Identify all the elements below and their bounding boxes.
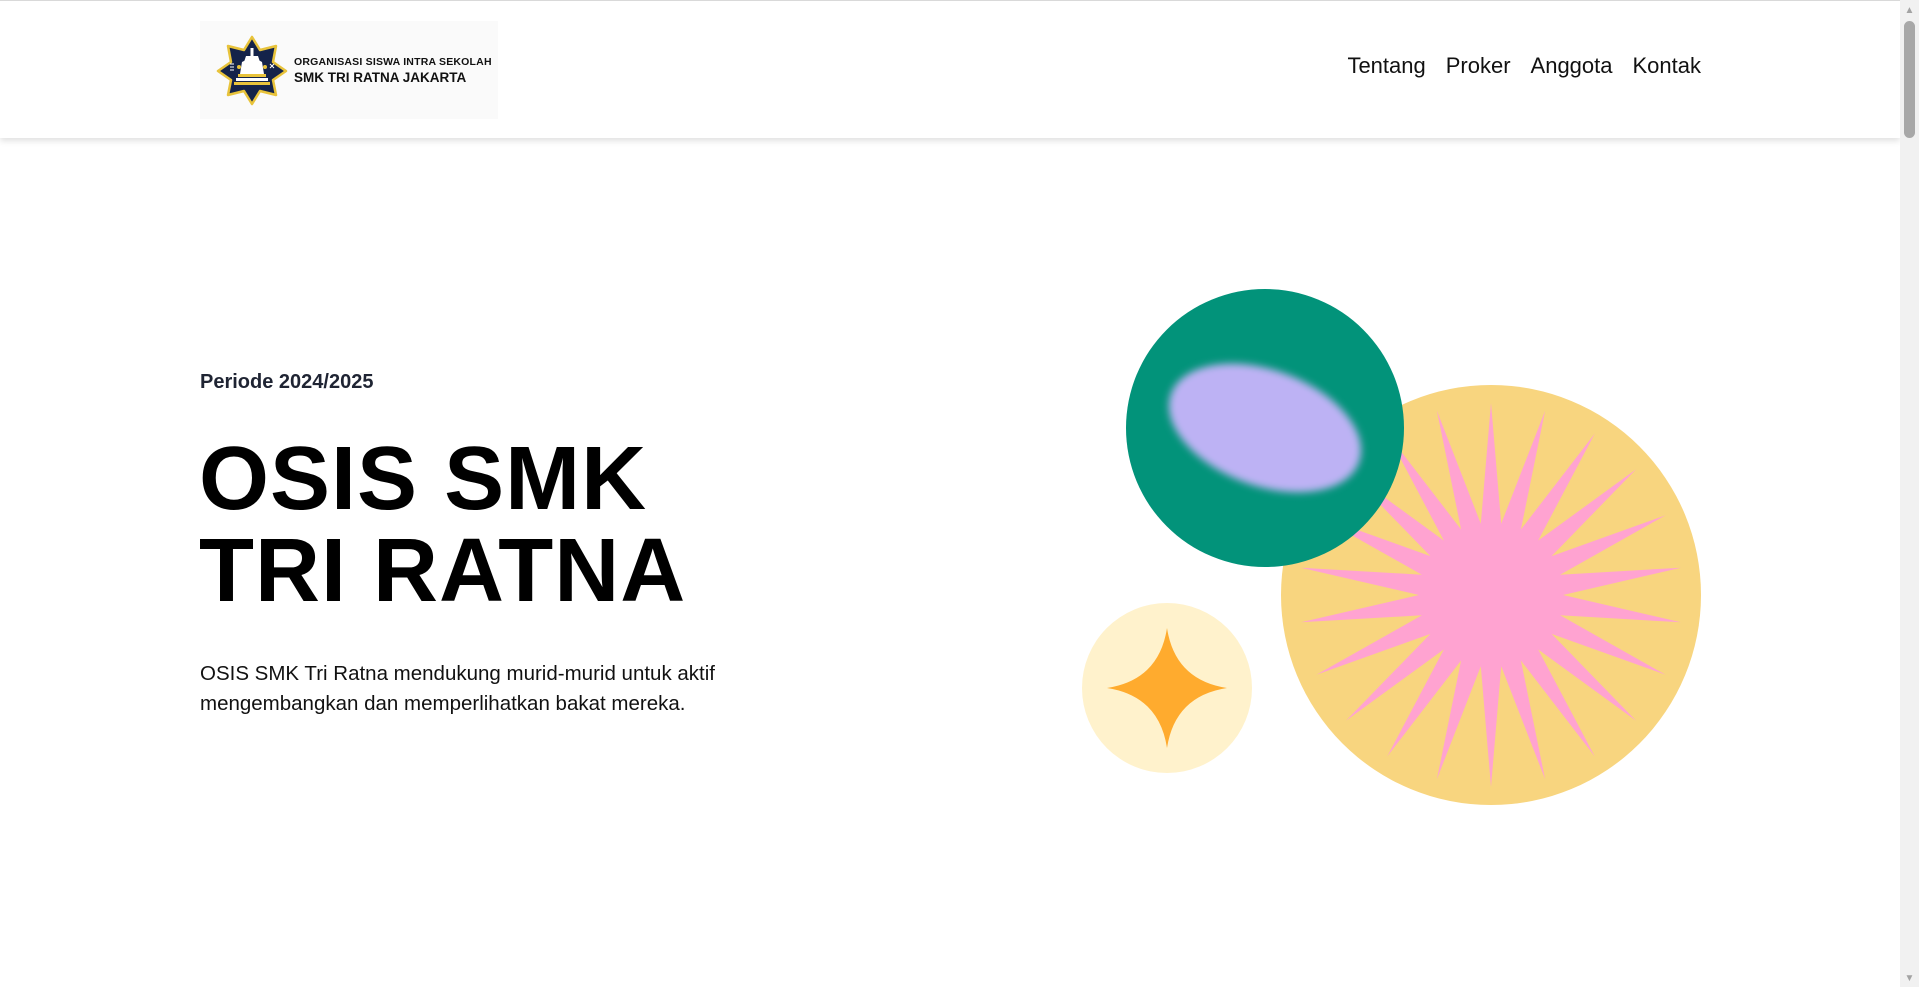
hero-title: OSIS SMK TRI RATNA bbox=[199, 433, 686, 617]
hero-title-line-2: TRI RATNA bbox=[199, 521, 687, 621]
scroll-up-icon[interactable]: ▲ bbox=[1900, 2, 1919, 19]
hero-title-line-1: OSIS SMK bbox=[199, 429, 648, 529]
logo-title: SMK TRI RATNA JAKARTA bbox=[294, 69, 467, 85]
nav-link-tentang[interactable]: Tentang bbox=[1347, 53, 1425, 79]
hero-illustration bbox=[1082, 289, 1701, 805]
school-emblem-icon bbox=[216, 35, 288, 106]
nav-link-anggota[interactable]: Anggota bbox=[1531, 53, 1613, 79]
nav-link-proker[interactable]: Proker bbox=[1446, 53, 1511, 79]
site-header: ORGANISASI SISWA INTRA SEKOLAH SMK TRI R… bbox=[0, 0, 1900, 138]
main-nav: Tentang Proker Anggota Kontak bbox=[1347, 53, 1701, 79]
vertical-scrollbar[interactable]: ▲ ▼ bbox=[1900, 0, 1919, 987]
logo[interactable]: ORGANISASI SISWA INTRA SEKOLAH SMK TRI R… bbox=[200, 21, 498, 119]
page: ORGANISASI SISWA INTRA SEKOLAH SMK TRI R… bbox=[0, 0, 1919, 987]
hero-description: OSIS SMK Tri Ratna mendukung murid-murid… bbox=[200, 662, 715, 715]
scroll-down-icon[interactable]: ▼ bbox=[1900, 970, 1919, 987]
scrollbar-thumb[interactable] bbox=[1904, 21, 1915, 138]
logo-subtitle: ORGANISASI SISWA INTRA SEKOLAH bbox=[294, 55, 492, 68]
hero-period: Periode 2024/2025 bbox=[200, 371, 374, 393]
nav-link-kontak[interactable]: Kontak bbox=[1633, 53, 1702, 79]
